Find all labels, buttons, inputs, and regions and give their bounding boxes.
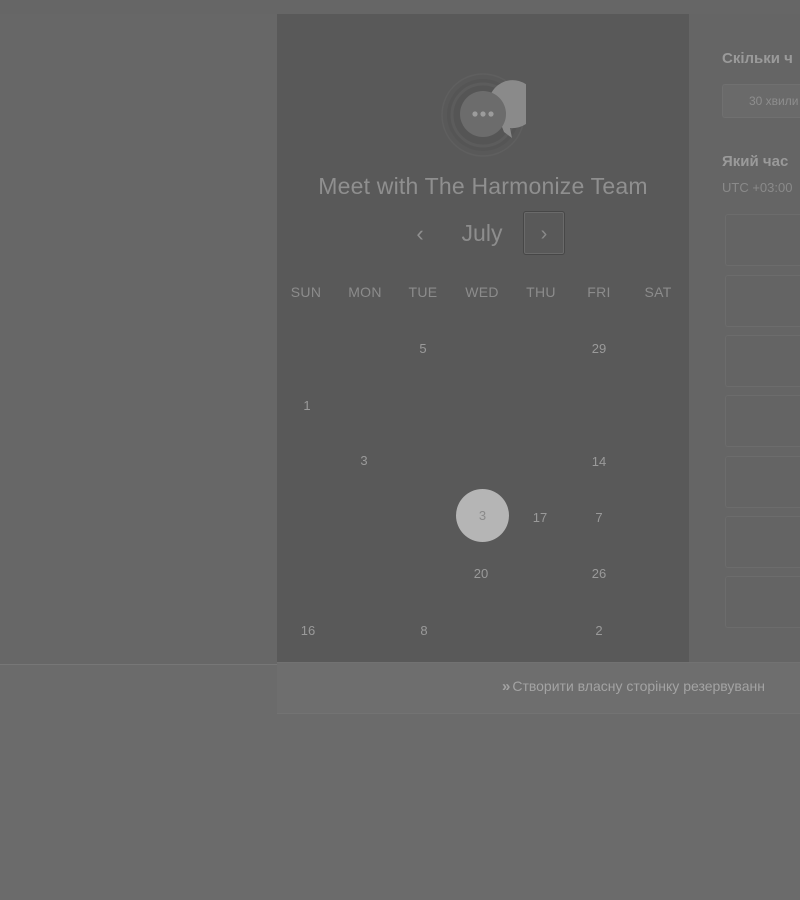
duration-select[interactable]: 30 хвили (722, 84, 800, 118)
weekday-tue: TUE (408, 284, 438, 300)
page-top-bar (0, 0, 800, 14)
calendar-day[interactable]: 20 (461, 566, 501, 581)
time-heading: Який час (722, 153, 789, 170)
weekday-thu: THU (526, 284, 556, 300)
calendar-day[interactable]: 17 (520, 510, 560, 525)
calendar-day[interactable]: 29 (579, 341, 619, 356)
calendar-day[interactable]: 3 (344, 453, 384, 468)
time-slot[interactable] (725, 456, 800, 508)
left-divider (0, 664, 277, 665)
time-slot[interactable] (725, 214, 800, 266)
calendar-day[interactable]: 8 (404, 623, 444, 638)
create-booking-page-link[interactable]: » Створити власну сторінку резервуванн (502, 678, 765, 695)
duration-value: 30 хвили (749, 94, 799, 108)
duration-heading: Скільки ч (722, 50, 793, 67)
time-slot[interactable] (725, 335, 800, 387)
weekday-fri: FRI (587, 284, 611, 300)
event-title: Meet with The Harmonize Team (318, 173, 648, 199)
chat-bubble-logo-icon (440, 72, 537, 158)
time-slot[interactable] (725, 275, 800, 327)
weekday-sun: SUN (290, 284, 322, 300)
calendar-day[interactable]: 14 (579, 454, 619, 469)
time-slot[interactable] (725, 516, 800, 568)
month-label: July (461, 220, 503, 246)
calendar-day[interactable]: 7 (579, 510, 619, 525)
timezone-label[interactable]: UTC +03:00 (722, 180, 792, 195)
left-backdrop (0, 14, 277, 664)
calendar-day[interactable]: 26 (579, 566, 619, 581)
calendar-day[interactable]: 1 (287, 398, 327, 413)
time-slot[interactable] (725, 576, 800, 628)
create-booking-page-label: Створити власну сторінку резервуванн (512, 678, 765, 694)
prev-month-button[interactable]: ‹ (406, 219, 434, 251)
double-chevron-right-icon: » (502, 678, 511, 695)
calendar-day[interactable]: 16 (288, 623, 328, 638)
calendar-day-selected[interactable]: 3 (456, 489, 509, 542)
weekday-sat: SAT (644, 284, 672, 300)
weekday-wed: WED (465, 284, 499, 300)
weekday-mon: MON (348, 284, 382, 300)
chevron-left-icon: ‹ (416, 221, 424, 246)
calendar-day[interactable]: 5 (403, 341, 443, 356)
calendar-day[interactable]: 2 (579, 623, 619, 638)
time-slot[interactable] (725, 395, 800, 447)
next-month-button[interactable]: › (523, 211, 565, 255)
chevron-right-icon: › (540, 223, 548, 245)
